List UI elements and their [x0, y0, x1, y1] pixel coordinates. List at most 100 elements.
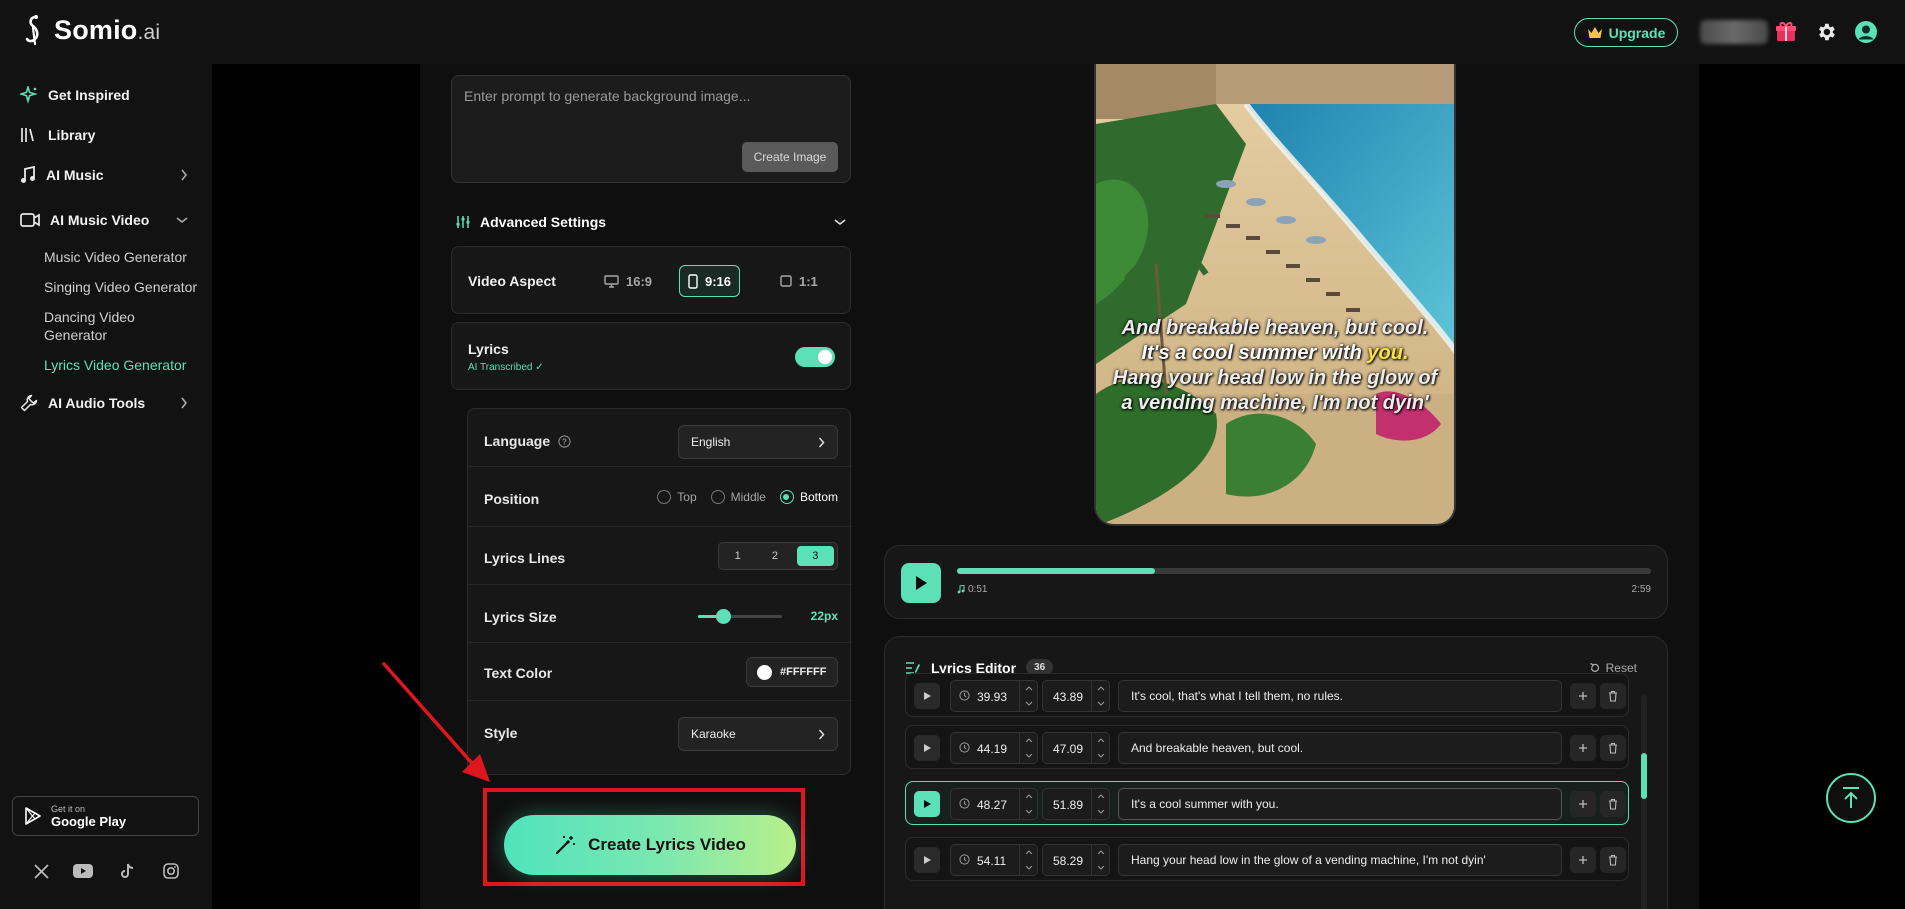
- start-time-field[interactable]: 39.93: [950, 680, 1038, 712]
- aspect-option-16-9[interactable]: 16:9: [596, 265, 660, 297]
- sidebar-item-label: Library: [48, 127, 96, 143]
- tiktok-icon[interactable]: [116, 860, 138, 882]
- help-circle-icon[interactable]: ?: [558, 434, 571, 448]
- clock-icon: [959, 798, 970, 809]
- progress-track[interactable]: [957, 568, 1651, 574]
- upgrade-button[interactable]: Upgrade: [1574, 18, 1678, 47]
- sidebar-item-get-inspired[interactable]: Get Inspired: [20, 86, 130, 104]
- language-row: Language ? English: [468, 409, 852, 467]
- slider-thumb[interactable]: [716, 609, 732, 624]
- text-color-value: #FFFFFF: [780, 666, 827, 678]
- play-button[interactable]: [901, 563, 941, 603]
- row-play-button[interactable]: [914, 735, 940, 761]
- end-time-stepper[interactable]: [1091, 733, 1109, 763]
- chevron-down-icon: [176, 216, 188, 224]
- start-time-value: 39.93: [977, 690, 1008, 704]
- language-select[interactable]: English: [678, 425, 838, 459]
- position-row: Position Top Middle Bottom: [468, 467, 852, 527]
- sidebar-subitem-music-video-generator[interactable]: Music Video Generator: [44, 248, 204, 266]
- back-to-top-button[interactable]: [1826, 773, 1876, 823]
- lyric-row[interactable]: 44.19 47.09: [905, 725, 1629, 769]
- aspect-option-1-1[interactable]: 1:1: [772, 265, 826, 297]
- lyrics-toggle[interactable]: [795, 347, 835, 367]
- delete-line-button[interactable]: [1600, 791, 1626, 817]
- start-time-stepper[interactable]: [1019, 789, 1037, 819]
- advanced-settings-title: Advanced Settings: [480, 214, 607, 230]
- add-line-button[interactable]: [1570, 683, 1596, 709]
- end-time-field[interactable]: 47.09: [1042, 732, 1110, 764]
- end-time-field[interactable]: 58.29: [1042, 844, 1110, 876]
- x-twitter-icon[interactable]: [30, 860, 52, 882]
- end-time-value: 47.09: [1053, 742, 1084, 756]
- video-preview[interactable]: And breakable heaven, but cool. It's a c…: [1094, 64, 1456, 526]
- logo[interactable]: Somio.ai: [24, 14, 160, 46]
- create-image-button[interactable]: Create Image: [742, 142, 838, 172]
- logo-icon: [24, 14, 44, 46]
- lines-option-3[interactable]: 3: [796, 546, 834, 566]
- end-time-field[interactable]: 51.89: [1042, 788, 1110, 820]
- aspect-label: 16:9: [626, 273, 653, 289]
- lyrics-size-slider[interactable]: [698, 609, 782, 624]
- add-line-button[interactable]: [1570, 791, 1596, 817]
- sidebar-item-ai-music-video[interactable]: AI Music Video: [20, 212, 188, 228]
- lines-option-1[interactable]: 1: [719, 543, 756, 569]
- add-line-button[interactable]: [1570, 735, 1596, 761]
- background-prompt-input[interactable]: [464, 88, 834, 128]
- end-time-stepper[interactable]: [1091, 681, 1109, 711]
- lyric-text-input[interactable]: [1118, 680, 1562, 712]
- sidebar-item-ai-music[interactable]: AI Music: [20, 166, 188, 184]
- end-time-field[interactable]: 43.89: [1042, 680, 1110, 712]
- lyric-text-input[interactable]: [1118, 788, 1562, 820]
- position-option-top[interactable]: Top: [657, 490, 697, 504]
- end-time-stepper[interactable]: [1091, 789, 1109, 819]
- start-time-stepper[interactable]: [1019, 845, 1037, 875]
- delete-line-button[interactable]: [1600, 683, 1626, 709]
- youtube-icon[interactable]: [72, 860, 94, 882]
- start-time-field[interactable]: 48.27: [950, 788, 1038, 820]
- advanced-settings-header[interactable]: Advanced Settings: [456, 214, 846, 230]
- position-label: Position: [484, 491, 540, 507]
- start-time-stepper[interactable]: [1019, 733, 1037, 763]
- lyric-row[interactable]: 48.27 51.89: [905, 781, 1629, 825]
- google-play-button[interactable]: Get it on Google Play: [12, 796, 199, 836]
- sidebar-subitem-singing-video-generator[interactable]: Singing Video Generator: [44, 278, 204, 296]
- sidebar-subitem-dancing-video-generator[interactable]: Dancing Video Generator: [44, 308, 154, 344]
- lyric-text-input[interactable]: [1118, 844, 1562, 876]
- upgrade-label: Upgrade: [1608, 24, 1666, 41]
- lyric-text-input[interactable]: [1118, 732, 1562, 764]
- lines-option-2[interactable]: 2: [756, 543, 793, 569]
- start-time-field[interactable]: 44.19: [950, 732, 1038, 764]
- gear-icon[interactable]: [1812, 18, 1840, 46]
- row-play-button[interactable]: [914, 847, 940, 873]
- aspect-option-9-16[interactable]: 9:16: [679, 265, 741, 297]
- delete-line-button[interactable]: [1600, 735, 1626, 761]
- sidebar-item-ai-audio-tools[interactable]: AI Audio Tools: [20, 394, 188, 412]
- gift-icon[interactable]: [1772, 18, 1800, 46]
- position-option-bottom[interactable]: Bottom: [779, 490, 838, 504]
- delete-line-button[interactable]: [1600, 847, 1626, 873]
- end-time-stepper[interactable]: [1091, 845, 1109, 875]
- library-icon: [20, 126, 38, 144]
- lyric-row[interactable]: 39.93 43.89: [905, 673, 1629, 717]
- lyrics-label: Lyrics: [468, 341, 509, 357]
- start-time-stepper[interactable]: [1019, 681, 1037, 711]
- position-option-middle[interactable]: Middle: [710, 490, 766, 504]
- chevron-down-icon: [834, 218, 846, 226]
- add-line-button[interactable]: [1570, 847, 1596, 873]
- row-play-button[interactable]: [914, 683, 940, 709]
- scrollbar-thumb[interactable]: [1641, 753, 1647, 799]
- beach-background-image: [1096, 64, 1454, 524]
- chevron-right-icon: [180, 169, 188, 181]
- editor-scrollbar[interactable]: [1641, 695, 1647, 909]
- clock-icon: [959, 742, 970, 753]
- sidebar-item-library[interactable]: Library: [20, 126, 95, 144]
- create-lyrics-video-button[interactable]: Create Lyrics Video: [504, 815, 796, 875]
- sidebar-subitem-lyrics-video-generator[interactable]: Lyrics Video Generator: [44, 356, 204, 374]
- user-avatar-icon[interactable]: [1852, 18, 1880, 46]
- lyric-row[interactable]: 54.11 58.29: [905, 837, 1629, 881]
- style-select[interactable]: Karaoke: [678, 717, 838, 751]
- text-color-picker[interactable]: #FFFFFF: [746, 657, 838, 687]
- instagram-icon[interactable]: [160, 860, 182, 882]
- row-play-button[interactable]: [914, 791, 940, 817]
- start-time-field[interactable]: 54.11: [950, 844, 1038, 876]
